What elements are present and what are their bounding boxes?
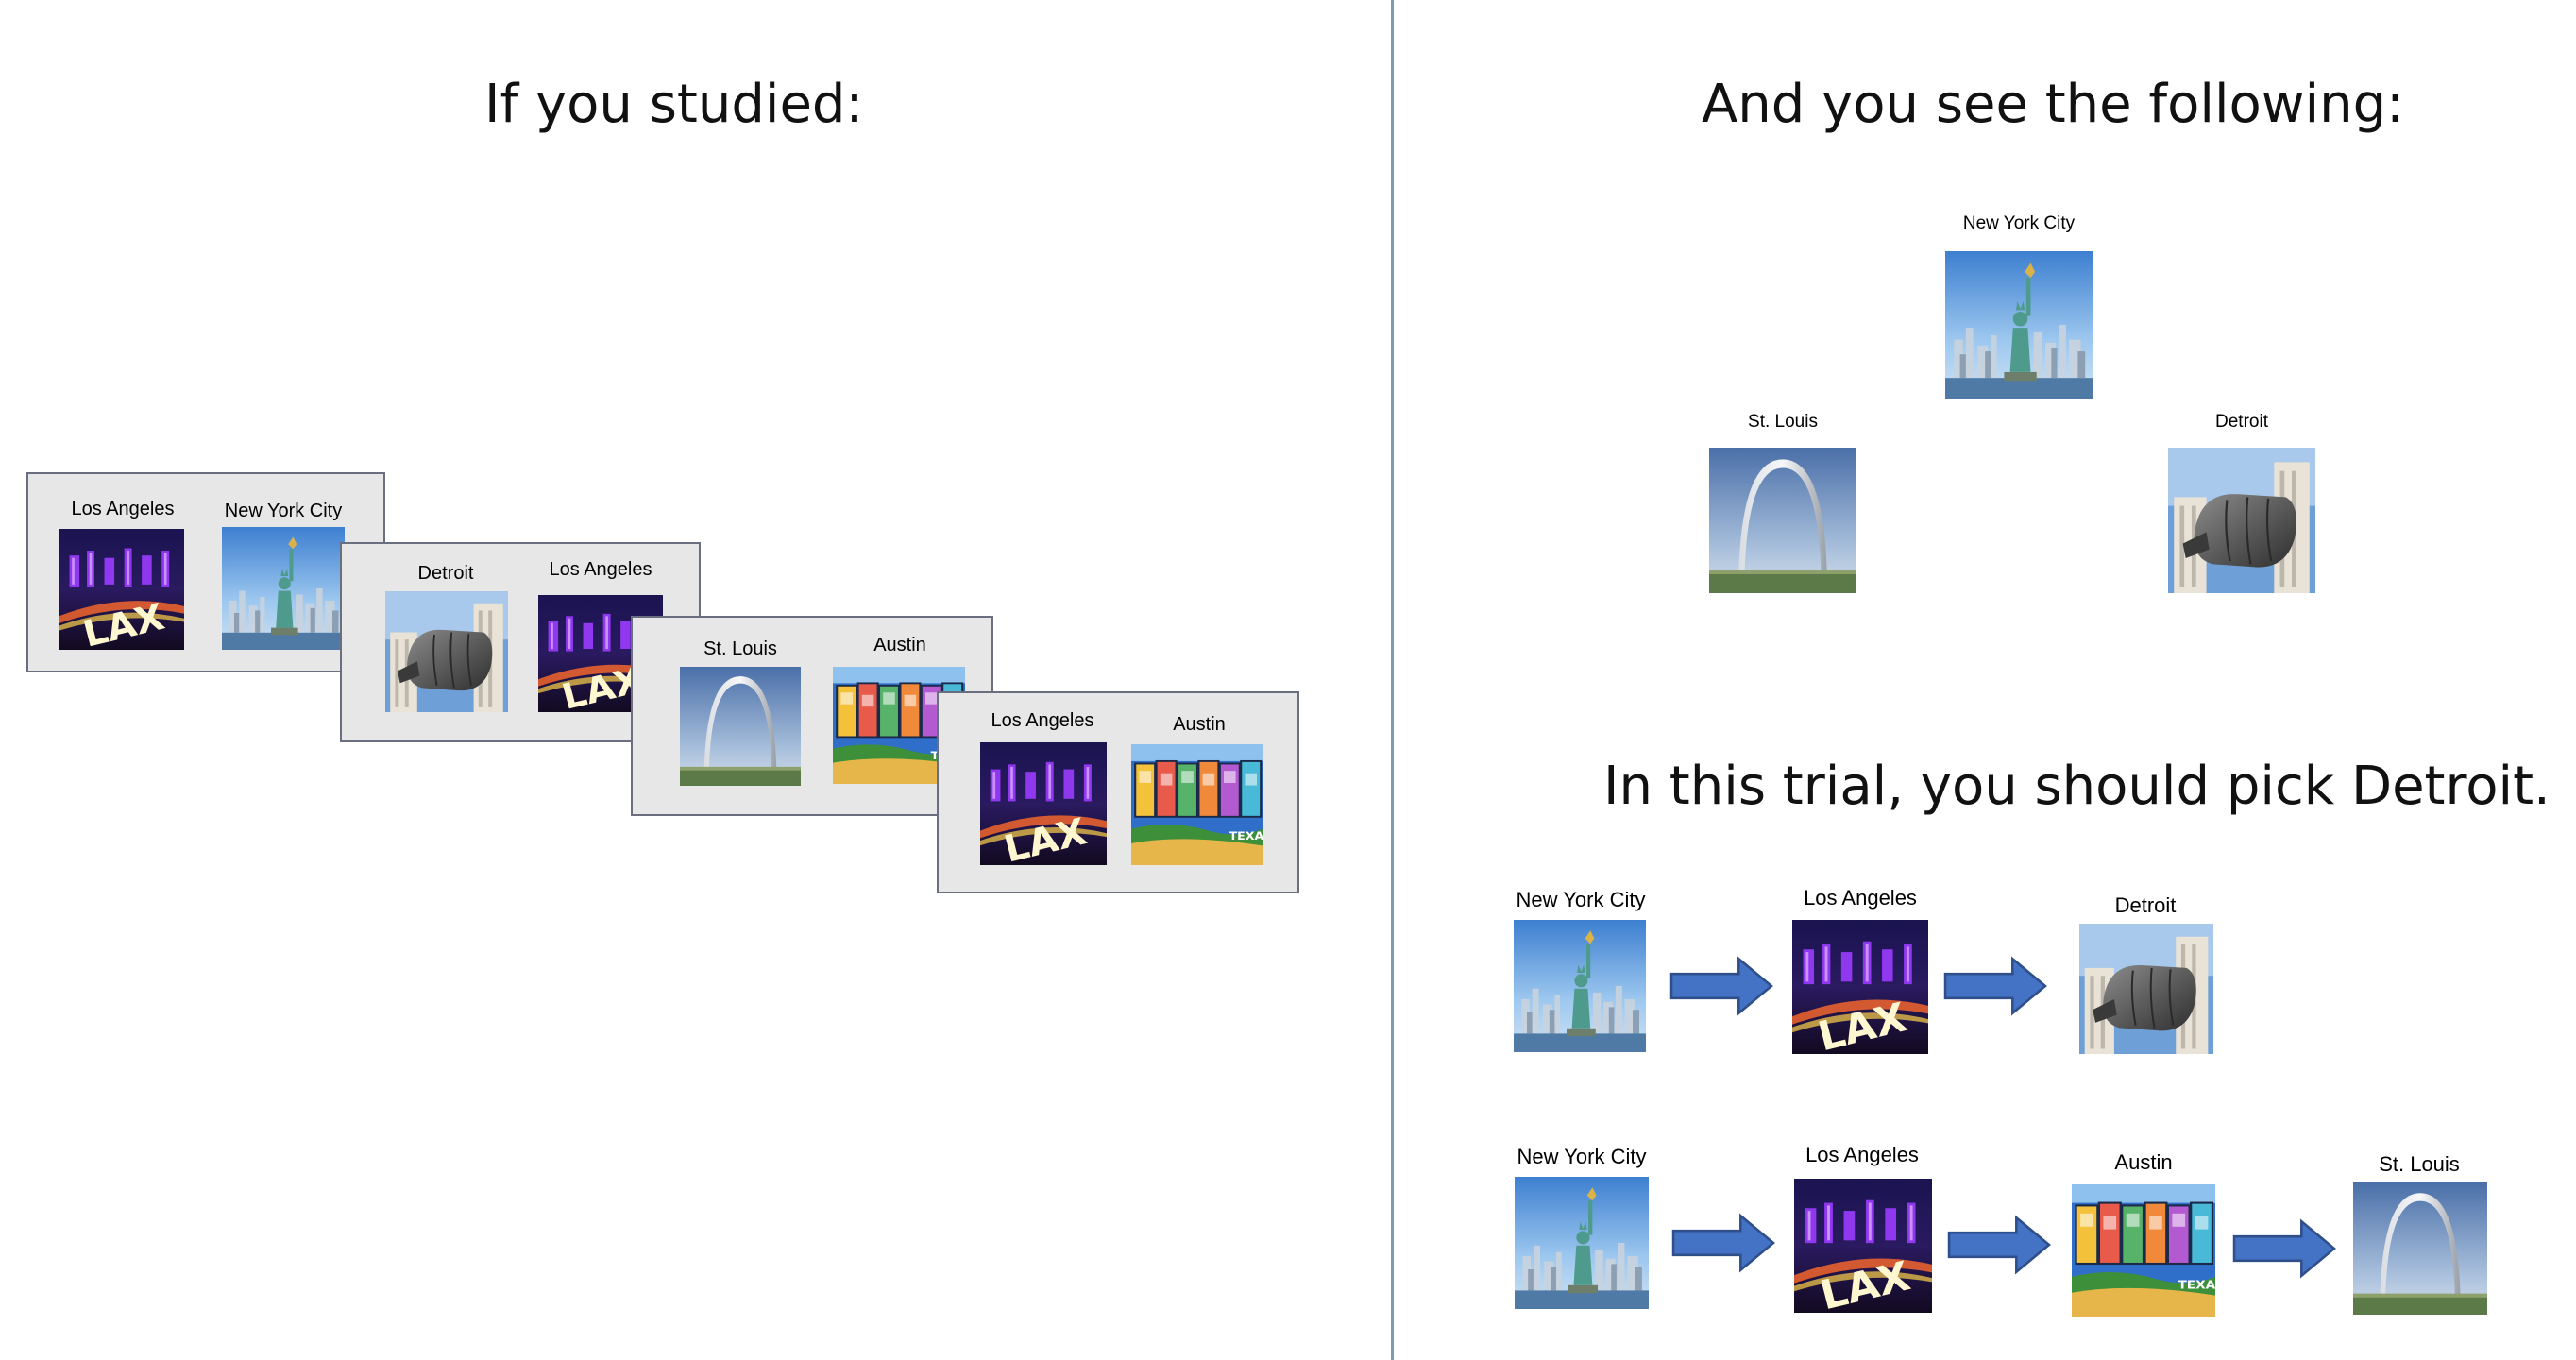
card-label-left: Los Angeles bbox=[991, 710, 1094, 731]
chain1-label-3: Detroit bbox=[2114, 893, 2177, 917]
choice-label-top: New York City bbox=[1962, 213, 2076, 233]
statue-of-liberty-image bbox=[1945, 251, 2093, 399]
chain2-label-4: St. Louis bbox=[2379, 1152, 2460, 1176]
chain2-label-1: New York City bbox=[1517, 1145, 1647, 1168]
fist-monument-image bbox=[385, 591, 508, 712]
card-label-left: Los Angeles bbox=[71, 499, 175, 519]
austin-postcard-image bbox=[1131, 744, 1263, 865]
austin-postcard-image bbox=[2072, 1184, 2215, 1317]
study-card-1: Los Angeles New York City bbox=[26, 472, 385, 672]
card-label-right: Los Angeles bbox=[549, 559, 652, 580]
choice-label-left: St. Louis bbox=[1748, 412, 1818, 432]
statue-of-liberty-image bbox=[1514, 920, 1646, 1052]
chain2-label-3: Austin bbox=[2114, 1150, 2173, 1174]
card-label-right: Austin bbox=[873, 635, 926, 655]
choice-label-right: Detroit bbox=[2215, 412, 2268, 432]
fist-monument-image bbox=[2079, 924, 2213, 1054]
fist-monument-image bbox=[2168, 448, 2315, 593]
instruction-text: In this trial, you should pick Detroit. bbox=[1603, 756, 2551, 817]
panel-divider bbox=[1391, 0, 1394, 1360]
arrow-icon bbox=[1671, 1213, 1777, 1273]
lax-sign-image bbox=[1792, 920, 1928, 1054]
lax-sign-image bbox=[980, 742, 1107, 865]
gateway-arch-image bbox=[2353, 1182, 2487, 1315]
lax-sign-image bbox=[59, 529, 184, 650]
lax-sign-image bbox=[1794, 1179, 1932, 1313]
statue-of-liberty-image bbox=[222, 527, 345, 650]
card-label-right: Austin bbox=[1173, 714, 1226, 735]
chain1-label-2: Los Angeles bbox=[1804, 886, 1917, 910]
chain1-label-1: New York City bbox=[1516, 888, 1646, 911]
statue-of-liberty-image bbox=[1515, 1177, 1649, 1309]
card-label-right: New York City bbox=[224, 501, 343, 521]
arrow-icon bbox=[1947, 1215, 2053, 1275]
gateway-arch-image bbox=[1709, 448, 1856, 593]
chain2-label-2: Los Angeles bbox=[1805, 1143, 1919, 1166]
study-card-4: Los Angeles Austin bbox=[937, 691, 1299, 893]
gateway-arch-image bbox=[680, 667, 801, 786]
card-label-left: St. Louis bbox=[703, 638, 777, 659]
card-label-left: Detroit bbox=[417, 563, 474, 584]
arrow-icon bbox=[2232, 1218, 2338, 1279]
arrow-icon bbox=[1669, 956, 1775, 1016]
arrow-icon bbox=[1943, 956, 2049, 1016]
left-heading: If you studied: bbox=[484, 74, 864, 135]
right-heading: And you see the following: bbox=[1702, 74, 2405, 135]
